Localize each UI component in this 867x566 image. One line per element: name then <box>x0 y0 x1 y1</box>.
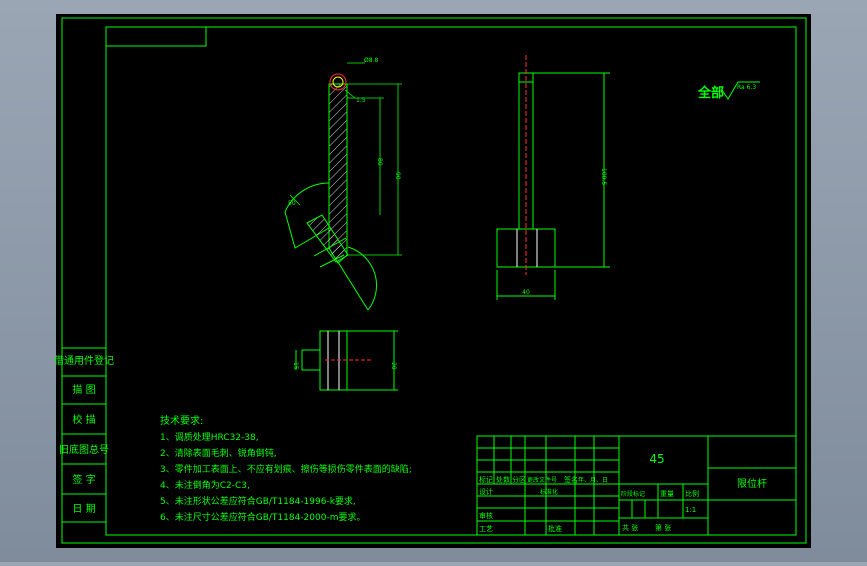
tb-part-name: 限位杆 <box>737 477 767 490</box>
left-col-label-1: 描 图 <box>72 383 95 396</box>
tb-hdr-2: 分区 <box>512 475 526 484</box>
tb-hdr-5: 年、月、日 <box>578 476 608 484</box>
dim-small-width: 15 <box>292 362 299 370</box>
tech-item-1: 2、清除表面毛刺、锐角倒钝, <box>160 447 277 459</box>
tb-material: 45 <box>649 452 664 466</box>
left-col-label-5: 日 期 <box>72 503 95 515</box>
left-col-label-2: 校 描 <box>72 413 95 426</box>
tb-review: 审核 <box>479 511 493 520</box>
tb-hdr-4: 签名 <box>564 475 578 484</box>
tb-hdr-3: 更改文件号 <box>527 476 557 484</box>
dim-front-width: 40 <box>522 289 530 296</box>
tech-item-0: 1、调质处理HRC32-38, <box>160 431 259 443</box>
left-col-label-4: 签 字 <box>72 473 95 486</box>
dim-length-short: 80 <box>376 158 383 166</box>
tb-stage: 阶段标记 <box>621 490 645 498</box>
tb-process: 工艺 <box>479 525 493 533</box>
tb-ratio: 比例 <box>685 489 699 498</box>
dim-angle: 1.5 <box>356 97 366 104</box>
tb-sheet-total: 共 张 <box>622 523 638 532</box>
drawing-canvas: 借通用件登记 描 图 校 描 旧底图总号 签 字 日 期 Ø8.8 1.5 80… <box>54 14 811 548</box>
left-col-label-3: 旧底图总号 <box>59 443 109 456</box>
finish-value: Ra 6.3 <box>737 84 756 91</box>
tb-standard: 标准化 <box>540 488 558 496</box>
left-col-label-0: 借通用件登记 <box>54 354 114 367</box>
cad-viewport: 借通用件登记 描 图 校 描 旧底图总号 签 字 日 期 Ø8.8 1.5 80… <box>0 0 867 562</box>
dim-front-height: 100.5 <box>600 168 607 185</box>
dim-small-height: 20 <box>390 362 397 370</box>
tech-item-3: 4、未注倒角为C2-C3, <box>160 479 250 491</box>
dim-arc: 50 <box>288 200 296 207</box>
tech-item-5: 6、未注尺寸公差应符合GB/T1184-2000-m要求。 <box>160 511 365 523</box>
tb-hdr-1: 处数 <box>496 475 510 484</box>
tb-designer: 设计 <box>479 487 493 496</box>
dim-length-long: 90 <box>394 172 401 180</box>
tb-weight: 重量 <box>660 490 674 498</box>
finish-label: 全部 <box>697 85 724 101</box>
dim-top-dia: Ø8.8 <box>364 57 378 64</box>
tech-title: 技术要求: <box>160 414 203 427</box>
tech-item-2: 3、零件加工表面上、不应有划痕、擦伤等损伤零件表面的缺陷; <box>160 463 412 475</box>
tb-approve: 批准 <box>548 524 562 533</box>
tech-item-4: 5、未注形状公差应符合GB/T1184-1996-k要求, <box>160 495 356 507</box>
tb-sheet-num: 第 张 <box>655 523 671 532</box>
tb-hdr-0: 标记 <box>479 475 493 484</box>
tb-scale: 1:1 <box>685 506 696 514</box>
